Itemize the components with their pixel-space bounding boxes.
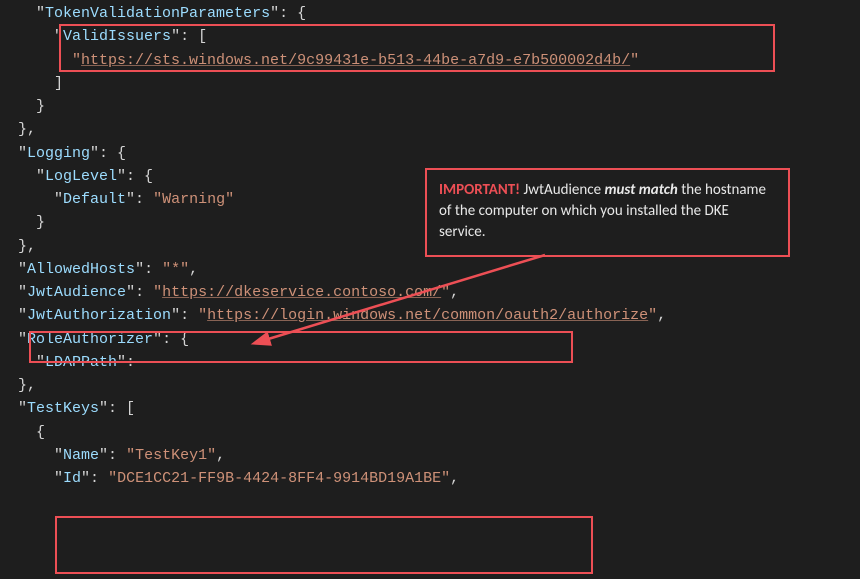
code-line: "TokenValidationParameters": {	[0, 2, 860, 25]
code-line: }	[0, 95, 860, 118]
code-line: "LDAPPath":	[0, 351, 860, 374]
code-line: "JwtAudience": "https://dkeservice.conto…	[0, 281, 860, 304]
code-line: },	[0, 374, 860, 397]
code-line: "Id": "DCE1CC21-FF9B-4424-8FF4-9914BD19A…	[0, 467, 860, 490]
callout-emphasis: must match	[604, 181, 677, 199]
callout-text: JwtAudience	[520, 181, 604, 199]
code-line: "RoleAuthorizer": {	[0, 328, 860, 351]
code-line: "JwtAuthorization": "https://login.windo…	[0, 304, 860, 327]
code-line: "TestKeys": [	[0, 397, 860, 420]
code-line: "Logging": {	[0, 142, 860, 165]
code-line: "AllowedHosts": "*",	[0, 258, 860, 281]
callout-box: IMPORTANT! JwtAudience must match the ho…	[425, 168, 790, 257]
code-line: "ValidIssuers": [	[0, 25, 860, 48]
code-line: },	[0, 118, 860, 141]
callout-important-label: IMPORTANT!	[439, 181, 520, 199]
code-line: "https://sts.windows.net/9c99431e-b513-4…	[0, 49, 860, 72]
code-line: ]	[0, 72, 860, 95]
code-line: "Name": "TestKey1",	[0, 444, 860, 467]
highlight-box-testkeys	[55, 516, 593, 574]
code-line: {	[0, 421, 860, 444]
